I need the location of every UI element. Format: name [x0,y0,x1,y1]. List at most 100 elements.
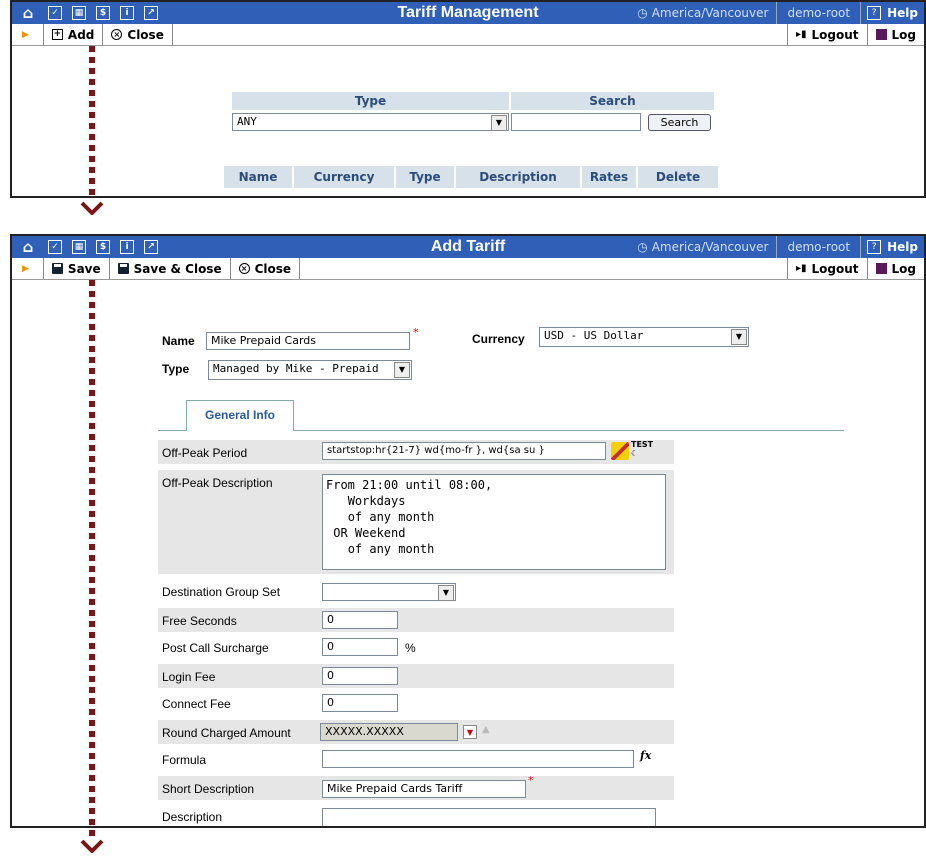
search-button[interactable]: Search [648,114,711,131]
timezone-link[interactable]: ◷ America/Vancouver [629,2,778,24]
help-link[interactable]: ? Help [861,240,924,254]
chevron-down-icon: ▼ [731,329,747,345]
user-link[interactable]: demo-root [777,236,862,258]
log-button[interactable]: Log [866,24,924,45]
title-bar: ⌂ ✓ ▦ $ i ↗ Tariff Management ◷ America/V… [12,2,924,24]
connector-dots [89,46,95,196]
tariff-management-window: ⌂ ✓ ▦ $ i ↗ Tariff Management ◷ America/V… [10,0,926,198]
free-seconds-field[interactable]: 0 [322,611,398,629]
close-icon: × [111,29,123,40]
col-rates[interactable]: Rates [582,166,636,188]
offpeak-period-field[interactable]: startstop:hr{21-7} wd{mo-fr }, wd{sa su … [322,442,606,460]
type-label: Type [162,362,190,376]
col-name[interactable]: Name [224,166,292,188]
timezone-link[interactable]: ◷ America/Vancouver [629,236,778,258]
dollar-icon[interactable]: $ [96,240,110,254]
name-label: Name [162,334,195,348]
log-label: Log [891,27,916,42]
chart-icon[interactable]: ↗ [144,240,158,254]
fx-icon[interactable]: fx [640,749,651,762]
connector-dots [89,280,95,836]
name-field[interactable]: Mike Prepaid Cards [206,332,410,350]
formula-field[interactable] [322,750,634,768]
help-label: Help [887,240,918,254]
chart-icon[interactable]: ↗ [144,6,158,20]
type-select[interactable]: Managed by Mike - Prepaid ▼ [208,360,412,380]
logout-icon: ▸▮ [795,29,807,40]
chevron-down-icon: ▼ [394,362,410,378]
checkbox-icon[interactable]: ✓ [48,6,62,20]
save-close-icon [117,263,129,274]
arrow-icon: ▶ [22,263,29,274]
connect-fee-field[interactable]: 0 [322,694,398,712]
user-link[interactable]: demo-root [777,2,862,24]
home-icon[interactable]: ⌂ [18,239,38,254]
close-button[interactable]: × Close [231,258,301,279]
logout-label: Logout [811,261,859,276]
log-button[interactable]: Log [866,258,924,279]
add-tariff-window: ⌂ ✓ ▦ $ i ↗ Add Tariff ◷ America/Vancouve… [10,234,926,828]
up-arrow-icon[interactable]: ▲ [482,724,490,735]
log-label: Log [891,261,916,276]
info-icon[interactable]: i [120,240,134,254]
login-fee-field[interactable]: 0 [322,667,398,685]
currency-select[interactable]: USD - US Dollar ▼ [539,327,749,347]
round-charged-amount-label: Round Charged Amount [162,726,291,740]
checkbox-icon[interactable]: ✓ [48,240,62,254]
currency-label: Currency [472,332,525,346]
save-button[interactable]: Save [42,258,110,279]
add-button[interactable]: + Add [42,24,104,45]
dropdown-arrow-icon[interactable]: ▼ [463,725,477,739]
info-icon[interactable]: i [120,6,134,20]
currency-select-value: USD - US Dollar [544,329,644,342]
logout-button[interactable]: ▸▮ Logout [786,258,867,279]
save-label: Save [67,261,101,276]
required-mark: * [528,774,534,787]
logout-button[interactable]: ▸▮ Logout [786,24,867,45]
col-currency[interactable]: Currency [294,166,394,188]
save-icon [51,263,63,274]
help-icon: ? [867,6,882,20]
grid-icon[interactable]: ▦ [72,240,86,254]
destination-group-set-select[interactable]: ▼ [322,583,456,601]
type-select-value: ANY [237,115,257,128]
grid-icon[interactable]: ▦ [72,6,86,20]
timezone-label: America/Vancouver [651,6,769,20]
dollar-icon[interactable]: $ [96,6,110,20]
type-header: Type [232,92,509,110]
title-bar: ⌂ ✓ ▦ $ i ↗ Add Tariff ◷ America/Vancouve… [12,236,924,258]
help-icon: ? [867,240,882,254]
offpeak-description-label: Off-Peak Description [162,476,273,490]
col-type[interactable]: Type [396,166,454,188]
test-icon[interactable]: TEST ☾ [631,440,653,458]
description-label: Description [162,810,223,824]
free-seconds-label: Free Seconds [162,614,237,628]
chevron-down-icon: ▼ [491,115,507,131]
type-select-value: Managed by Mike - Prepaid [213,362,379,375]
close-button[interactable]: × Close [103,24,173,45]
description-field[interactable] [322,808,656,826]
add-icon: + [51,29,63,40]
wizard-icon[interactable] [611,442,629,460]
post-call-surcharge-field[interactable]: 0 [322,638,398,656]
col-delete[interactable]: Delete [638,166,718,188]
post-call-surcharge-label: Post Call Surcharge [162,641,269,655]
search-input[interactable] [511,113,641,131]
percent-unit: % [405,641,416,655]
help-link[interactable]: ? Help [861,6,924,20]
round-charged-amount-field[interactable]: XXXXX.XXXXX [320,723,458,741]
home-icon[interactable]: ⌂ [18,5,38,20]
close-icon: × [238,263,250,274]
type-select[interactable]: ANY ▼ [232,113,509,131]
toolbar: ▶ + Add × Close ▸▮ Logout Log [12,24,924,46]
toolbar: ▶ Save Save & Close × Close ▸▮ Logout Log [12,258,924,280]
save-close-button[interactable]: Save & Close [110,258,231,279]
login-fee-label: Login Fee [162,670,216,684]
short-description-field[interactable]: Mike Prepaid Cards Tariff [322,780,526,798]
offpeak-period-label: Off-Peak Period [162,446,248,460]
search-header: Search [511,92,714,110]
tab-general-info[interactable]: General Info [186,400,294,431]
offpeak-description-field[interactable]: From 21:00 until 08:00, Workdays of any … [322,474,666,570]
col-description[interactable]: Description [456,166,580,188]
timezone-label: America/Vancouver [651,240,769,254]
